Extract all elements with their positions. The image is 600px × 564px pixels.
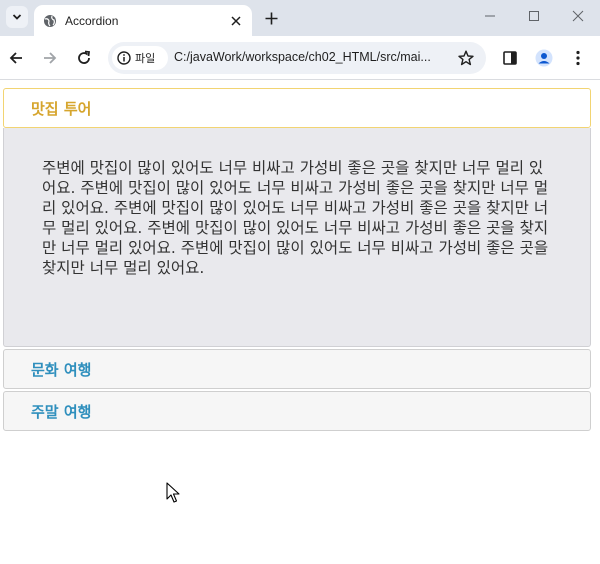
globe-icon	[43, 14, 57, 28]
profile-icon	[535, 49, 553, 67]
page-viewport: 맛집 투어 주변에 맛집이 많이 있어도 너무 비싸고 가성비 좋은 곳을 찾지…	[0, 81, 600, 564]
tab-search-button[interactable]	[6, 6, 28, 28]
minimize-button[interactable]	[482, 8, 498, 24]
tab-search-icon	[12, 14, 22, 20]
window-close-icon	[572, 10, 584, 22]
accordion-header-weekend-trip[interactable]: 주말 여행	[3, 391, 591, 431]
close-icon	[231, 15, 241, 26]
profile-button[interactable]	[534, 48, 554, 68]
mouse-cursor-icon	[166, 482, 180, 503]
maximize-button[interactable]	[526, 8, 542, 24]
reload-button[interactable]	[74, 48, 94, 68]
minimize-icon	[485, 15, 495, 17]
forward-arrow-icon	[44, 52, 57, 64]
back-arrow-icon	[9, 52, 22, 64]
menu-dots-icon	[576, 50, 580, 66]
tab-title: Accordion	[65, 13, 119, 28]
accordion-header-label: 주말 여행	[31, 402, 92, 421]
site-info-label: 파일	[135, 52, 156, 65]
maximize-icon	[529, 11, 539, 21]
back-button[interactable]	[6, 48, 26, 68]
tab-strip: Accordion	[0, 0, 600, 36]
browser-tab[interactable]: Accordion	[34, 5, 252, 36]
side-panel-icon	[503, 51, 517, 65]
tab-close-button[interactable]	[228, 13, 244, 29]
accordion-panel-text: 주변에 맛집이 많이 있어도 너무 비싸고 가성비 좋은 곳을 찾지만 너무 멀…	[42, 159, 549, 277]
accordion-header-food-tour[interactable]: 맛집 투어	[3, 88, 591, 128]
star-icon	[458, 50, 474, 66]
bookmark-star-button[interactable]	[458, 50, 474, 66]
accordion-header-label: 맛집 투어	[31, 99, 92, 118]
accordion-header-culture-trip[interactable]: 문화 여행	[3, 349, 591, 389]
reload-icon	[78, 50, 91, 64]
side-panel-button[interactable]	[500, 48, 520, 68]
window-close-button[interactable]	[570, 8, 586, 24]
browser-menu-button[interactable]	[568, 48, 588, 68]
url-text[interactable]: C:/javaWork/workspace/ch02_HTML/src/mai.…	[174, 50, 452, 64]
new-tab-button[interactable]	[262, 9, 280, 27]
address-bar[interactable]: 파일 C:/javaWork/workspace/ch02_HTML/src/m…	[108, 42, 486, 74]
plus-icon	[265, 12, 277, 24]
site-info-button[interactable]: 파일	[112, 46, 168, 70]
browser-toolbar: 파일 C:/javaWork/workspace/ch02_HTML/src/m…	[0, 36, 600, 80]
accordion-header-label: 문화 여행	[31, 360, 92, 379]
accordion-panel-food-tour: 주변에 맛집이 많이 있어도 너무 비싸고 가성비 좋은 곳을 찾지만 너무 멀…	[3, 128, 591, 347]
forward-button[interactable]	[40, 48, 60, 68]
info-icon	[117, 51, 131, 65]
